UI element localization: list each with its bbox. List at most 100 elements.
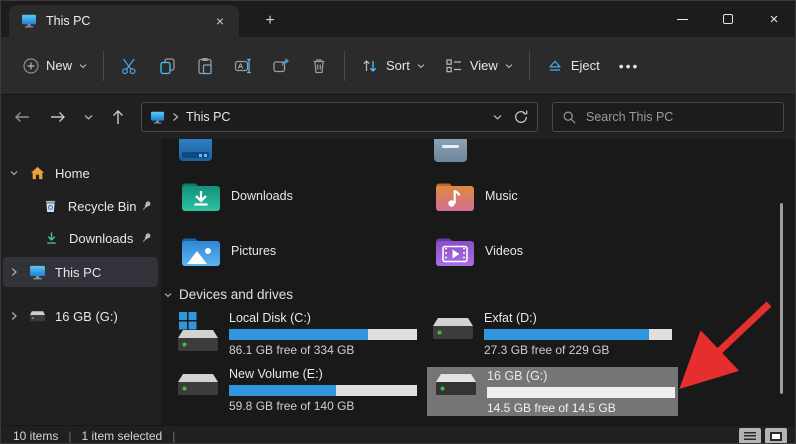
chevron-down-icon [83,113,94,121]
up-button[interactable] [103,102,133,132]
item-count: 10 items [13,429,58,443]
large-icons-view-icon [770,432,782,441]
drive-icon [433,371,479,401]
search-input[interactable] [586,110,756,124]
paste-icon [195,56,215,76]
partial-folder-icon[interactable] [434,139,467,162]
eject-button-label: Eject [571,58,600,73]
drive-tile-16gb-g[interactable]: 16 GB (G:) 14.5 GB free of 14.5 GB [433,371,675,415]
sidebar-item-recycle-bin[interactable]: Recycle Bin [3,192,158,220]
arrow-left-icon [14,111,30,123]
toolbar-separator [103,51,104,81]
new-tab-button[interactable]: + [257,9,283,33]
copy-button[interactable] [148,50,186,82]
capacity-bar [229,385,417,396]
refresh-icon[interactable] [513,109,529,125]
chevron-down-icon [504,62,514,70]
drive-free-space: 14.5 GB free of 14.5 GB [487,401,675,415]
cut-button[interactable] [110,50,148,82]
eject-icon [545,56,565,76]
pin-icon [136,232,158,244]
items-view: Downloads Music Pictu [161,139,796,425]
address-dropdown-icon[interactable] [492,113,503,121]
delete-button[interactable] [300,50,338,82]
chevron-right-icon[interactable] [3,267,25,277]
drive-free-space: 59.8 GB free of 140 GB [229,399,417,413]
drive-icon [175,371,221,401]
sort-button[interactable]: Sort [351,50,435,82]
drive-tile-16gb-g-selected[interactable]: 16 GB (G:) 14.5 GB free of 14.5 GB [427,367,678,416]
file-explorer-window: This PC × + × New [0,0,796,444]
status-separator: | [172,429,175,443]
view-toggle-group [739,428,787,444]
folder-tile-music[interactable]: Music [434,179,518,213]
status-separator: | [68,429,71,443]
maximize-icon [723,14,733,24]
navigation-pane: Home Recycle Bin [1,139,161,425]
title-bar: This PC × + × [1,1,796,37]
drive-free-space: 27.3 GB free of 229 GB [484,343,672,357]
share-button[interactable] [262,50,300,82]
drive-tile-exfat-d[interactable]: Exfat (D:) 27.3 GB free of 229 GB [430,315,672,357]
sidebar-item-16gb-g[interactable]: 16 GB (G:) [3,302,158,330]
forward-button[interactable] [43,102,73,132]
sort-button-label: Sort [386,58,410,73]
sidebar-item-downloads[interactable]: Downloads [3,224,158,252]
section-devices-and-drives[interactable]: Devices and drives [163,287,293,302]
chevron-right-icon[interactable] [3,311,25,321]
chevron-down-icon [78,62,88,70]
sidebar-item-label: Recycle Bin [68,199,137,214]
tab-title: This PC [46,14,209,28]
maximize-button[interactable] [705,1,751,37]
search-icon [562,110,577,125]
capacity-bar-fill [229,385,336,396]
breadcrumb-chevron-icon [172,112,179,122]
toolbar-separator [344,51,345,81]
rename-icon: A [233,56,253,76]
chevron-down-icon [163,291,173,299]
see-more-button[interactable]: ••• [609,52,650,80]
recent-locations-button[interactable] [73,102,103,132]
address-bar[interactable]: This PC [141,102,538,132]
close-button[interactable]: × [751,1,796,37]
plus-circle-icon [22,57,40,75]
tab-close-icon[interactable]: × [209,10,231,32]
monitor-icon [25,265,49,280]
monitor-icon [21,14,37,28]
capacity-bar [487,387,675,398]
sidebar-item-home[interactable]: Home [3,159,158,187]
details-view-button[interactable] [739,428,761,444]
back-button[interactable] [7,102,37,132]
chevron-down-icon[interactable] [3,169,25,177]
drive-name: 16 GB (G:) [487,369,675,385]
partial-folder-icon[interactable] [179,139,212,161]
capacity-bar [229,329,417,340]
breadcrumb[interactable]: This PC [186,110,492,124]
drive-icon-windows [175,311,221,353]
folder-tile-downloads[interactable]: Downloads [180,179,293,213]
sidebar-item-label: Downloads [69,231,136,246]
navigation-bar: This PC [1,95,796,139]
folder-tile-videos[interactable]: Videos [434,234,523,268]
pictures-folder-icon [180,234,222,268]
drive-tile-new-volume-e[interactable]: New Volume (E:) 59.8 GB free of 140 GB [175,371,417,413]
rename-button[interactable]: A [224,50,262,82]
selection-count: 1 item selected [81,429,162,443]
eject-button[interactable]: Eject [536,50,609,82]
drive-tile-local-disk-c[interactable]: Local Disk (C:) 86.1 GB free of 334 GB [175,311,417,357]
paste-button[interactable] [186,50,224,82]
drive-icon [430,315,476,345]
vertical-scrollbar[interactable] [780,203,783,394]
tab-this-pc[interactable]: This PC × [9,5,239,37]
search-box[interactable] [552,102,784,132]
sidebar-item-this-pc[interactable]: This PC [3,257,158,287]
new-button[interactable]: New [13,51,97,81]
folder-tile-pictures[interactable]: Pictures [180,234,276,268]
view-button[interactable]: View [435,50,523,82]
details-view-icon [744,432,756,440]
capacity-bar [484,329,672,340]
share-icon [271,56,291,76]
large-icons-view-button[interactable] [765,428,787,444]
minimize-button[interactable] [659,1,705,37]
new-button-label: New [46,58,72,73]
